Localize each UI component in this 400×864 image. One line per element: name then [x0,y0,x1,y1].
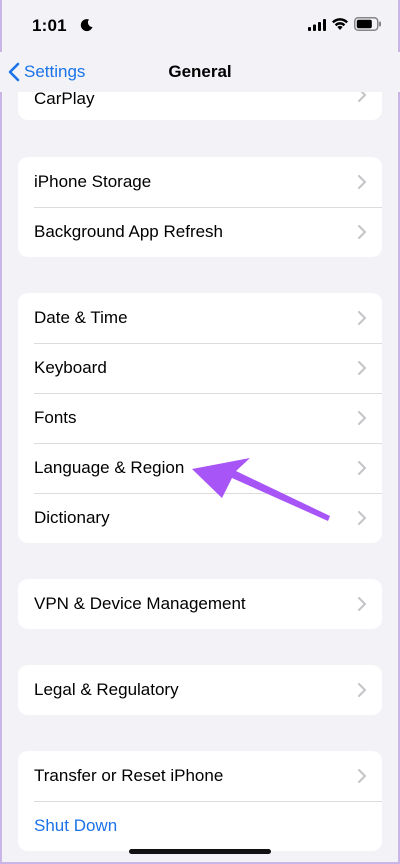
row-fonts[interactable]: Fonts [18,393,382,443]
chevron-right-icon [358,597,366,611]
row-vpn-device-management[interactable]: VPN & Device Management [18,579,382,629]
row-dictionary[interactable]: Dictionary [18,493,382,543]
chevron-right-icon [358,411,366,425]
row-shut-down[interactable]: Shut Down [18,801,382,851]
battery-icon [354,17,381,31]
chevron-right-icon [358,225,366,239]
row-legal-regulatory[interactable]: Legal & Regulatory [18,665,382,715]
chevron-right-icon [358,311,366,325]
group-legal: Legal & Regulatory [18,665,382,715]
chevron-right-icon [358,361,366,375]
row-label: iPhone Storage [34,172,152,191]
moon-icon [80,19,93,32]
row-label: Language & Region [34,458,185,477]
group-regional: Date & Time Keyboard Fonts Language & Re… [18,293,382,543]
status-time: 1:01 [32,16,67,35]
row-transfer-reset-iphone[interactable]: Transfer or Reset iPhone [18,751,382,801]
row-iphone-storage[interactable]: iPhone Storage [18,157,382,207]
row-label: VPN & Device Management [34,594,246,613]
chevron-right-icon [358,769,366,783]
row-label: Dictionary [34,508,110,527]
cellular-signal-icon [308,19,326,31]
chevron-right-icon [358,175,366,189]
status-bar: 1:01 [0,0,400,52]
row-date-time[interactable]: Date & Time [18,293,382,343]
chevron-right-icon [358,683,366,697]
group-storage: iPhone Storage Background App Refresh [18,157,382,257]
home-indicator[interactable] [129,849,271,854]
group-reset: Transfer or Reset iPhone Shut Down [18,751,382,851]
row-label: Keyboard [34,358,107,377]
row-keyboard[interactable]: Keyboard [18,343,382,393]
page-title: General [168,62,232,81]
chevron-right-icon [358,461,366,475]
row-label: Legal & Regulatory [34,680,179,699]
row-label: Background App Refresh [34,222,224,241]
row-background-app-refresh[interactable]: Background App Refresh [18,207,382,257]
wifi-icon [332,18,348,30]
row-label: Fonts [34,408,77,427]
navigation-bar: Settings General [0,52,400,92]
shut-down-link: Shut Down [34,816,118,835]
row-label: Date & Time [34,308,128,327]
row-label: CarPlay [34,89,95,108]
chevron-right-icon [358,511,366,525]
group-vpn: VPN & Device Management [18,579,382,629]
row-language-region[interactable]: Language & Region [18,443,382,493]
row-label: Transfer or Reset iPhone [34,766,224,785]
